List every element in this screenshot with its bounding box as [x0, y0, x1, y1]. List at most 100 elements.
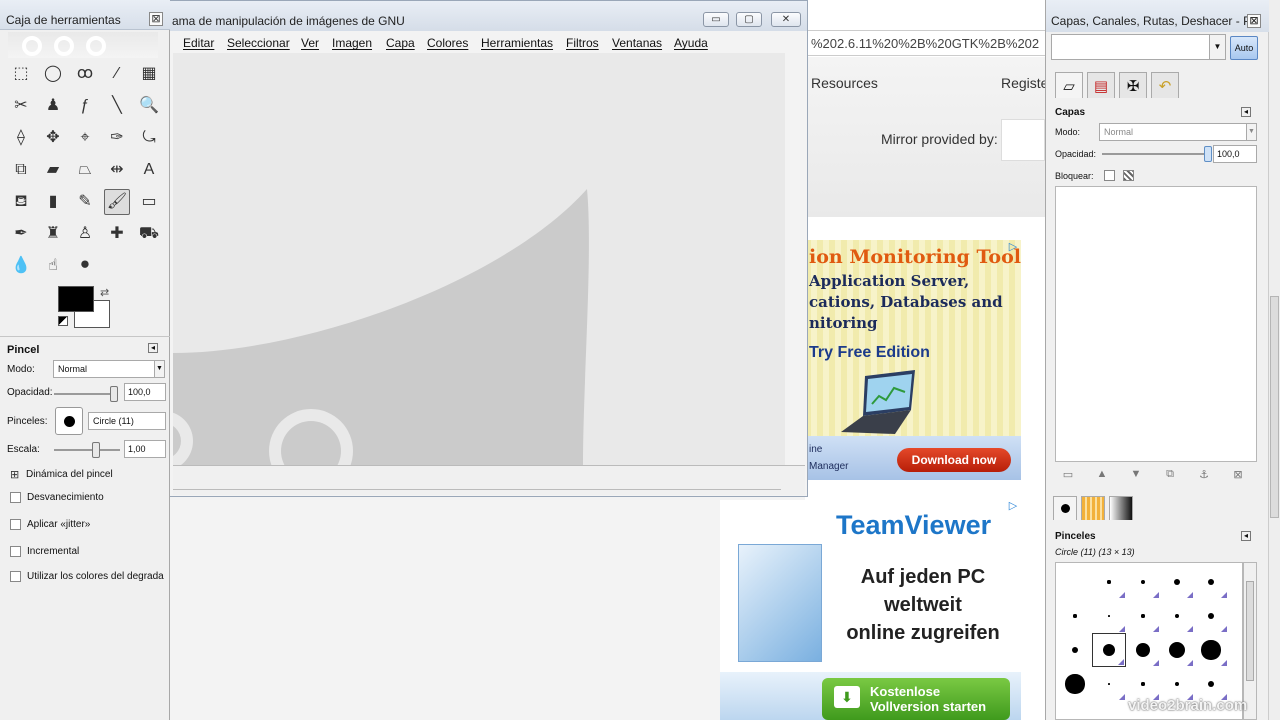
free-version-button[interactable]: ⬇ Kostenlose Vollversion starten: [822, 678, 1010, 720]
layer-list[interactable]: [1055, 186, 1257, 462]
smudge-icon[interactable]: ☝: [40, 253, 66, 279]
menu-imagen[interactable]: Imagen: [332, 36, 372, 50]
scale-slider[interactable]: [54, 442, 120, 458]
ink-icon[interactable]: ♜: [40, 221, 66, 247]
panel-menu-icon[interactable]: ◂: [1241, 107, 1251, 117]
color-swatches[interactable]: ⇄: [56, 286, 114, 330]
incremental-checkbox[interactable]: [10, 546, 21, 557]
download-now-button[interactable]: Download now: [897, 448, 1011, 472]
rect-select-icon[interactable]: ⬚: [8, 61, 34, 87]
foreground-select-icon[interactable]: ♟: [40, 93, 66, 119]
brush-preview[interactable]: [55, 407, 83, 435]
layer-opacity-spin[interactable]: 100,0: [1213, 145, 1257, 163]
scroll-thumb[interactable]: [1246, 581, 1254, 681]
rotate-icon[interactable]: ⤿: [136, 125, 162, 151]
fade-checkbox[interactable]: [10, 492, 21, 503]
maximize-icon[interactable]: ▢: [736, 12, 762, 27]
mirror-logo[interactable]: [1001, 119, 1045, 161]
scissors-select-icon[interactable]: ✂: [8, 93, 34, 119]
tab-paths[interactable]: ✠: [1119, 72, 1147, 98]
tab-gradients[interactable]: [1109, 496, 1133, 520]
brush-name-field[interactable]: Circle (11): [88, 412, 166, 430]
brush-thumbnail[interactable]: [1126, 599, 1160, 633]
adchoices-icon[interactable]: ▷: [1007, 500, 1019, 512]
opacity-spin[interactable]: 100,0: [124, 383, 166, 401]
brush-thumbnail[interactable]: [1058, 667, 1092, 701]
paths-icon[interactable]: ƒ: [72, 93, 98, 119]
canvas-drop-area[interactable]: [173, 53, 785, 465]
wilber-drop-area[interactable]: [8, 32, 158, 58]
close-icon[interactable]: ⊠: [1247, 14, 1261, 28]
slider-knob[interactable]: [92, 442, 100, 458]
slider-knob[interactable]: [1204, 146, 1212, 162]
anchor-layer-icon[interactable]: ⚓: [1197, 468, 1211, 482]
new-layer-icon[interactable]: ▭: [1061, 468, 1075, 482]
lock-pixels-checkbox[interactable]: [1104, 170, 1115, 181]
canvas-scrollbar[interactable]: [786, 53, 806, 465]
jitter-checkbox[interactable]: [10, 519, 21, 530]
free-select-icon[interactable]: ꝏ: [72, 61, 98, 87]
shear-icon[interactable]: ▰: [40, 157, 66, 183]
slider-knob[interactable]: [110, 386, 118, 402]
duplicate-layer-icon[interactable]: ⧉: [1163, 468, 1177, 482]
brush-thumbnail[interactable]: [1092, 599, 1126, 633]
scale-spin[interactable]: 1,00: [124, 440, 166, 458]
menu-ver[interactable]: Ver: [301, 36, 319, 50]
ellipse-select-icon[interactable]: ◯: [40, 61, 66, 87]
image-selector[interactable]: ▼: [1051, 34, 1226, 60]
opacity-slider[interactable]: [54, 386, 118, 402]
foreground-color[interactable]: [58, 286, 94, 312]
close-icon[interactable]: ✕: [771, 12, 801, 27]
dynamics-label[interactable]: Dinámica del pincel: [26, 469, 113, 480]
expand-icon[interactable]: ⊞: [10, 468, 19, 481]
adchoices-icon[interactable]: ▷: [1007, 241, 1019, 253]
measure-icon[interactable]: ⟠: [8, 125, 34, 151]
bucket-fill-icon[interactable]: ⛾: [8, 189, 34, 215]
brush-thumbnail[interactable]: [1092, 633, 1126, 667]
menu-seleccionar[interactable]: Seleccionar: [227, 36, 290, 50]
menu-herramientas[interactable]: Herramientas: [481, 36, 553, 50]
tab-channels[interactable]: ▤: [1087, 72, 1115, 98]
eraser-icon[interactable]: ▭: [136, 189, 162, 215]
paintbrush-icon[interactable]: 🖌: [104, 189, 130, 215]
tab-layers[interactable]: ▱: [1055, 72, 1083, 98]
teamviewer-ad[interactable]: TeamViewer Auf jeden PC weltweit online …: [720, 500, 1021, 720]
text-icon[interactable]: A: [136, 157, 162, 183]
close-icon[interactable]: ⊠: [149, 12, 163, 26]
perspective-clone-icon[interactable]: ⛟: [136, 221, 162, 247]
menu-ventanas[interactable]: Ventanas: [612, 36, 662, 50]
brush-thumbnail[interactable]: [1160, 633, 1194, 667]
brush-thumbnail[interactable]: [1058, 633, 1092, 667]
perspective-icon[interactable]: ⏢: [72, 157, 98, 183]
tab-patterns[interactable]: [1081, 496, 1105, 520]
menu-ayuda[interactable]: Ayuda: [674, 36, 708, 50]
dodge-burn-icon[interactable]: ⚫: [72, 253, 98, 279]
panel-menu-icon[interactable]: ◂: [148, 343, 158, 353]
heal-icon[interactable]: ✚: [104, 221, 130, 247]
brush-thumbnail[interactable]: [1194, 633, 1228, 667]
brush-thumbnail[interactable]: [1194, 565, 1228, 599]
monitoring-ad[interactable]: ion Monitoring Tool Application Server, …: [805, 240, 1021, 480]
select-by-color-icon[interactable]: ▦: [136, 61, 162, 87]
address-bar[interactable]: %202.6.11%20%2B%20GTK%2B%202: [805, 30, 1045, 56]
gradient-colors-checkbox[interactable]: [10, 571, 21, 582]
tab-brushes[interactable]: [1053, 496, 1077, 520]
brush-thumbnail[interactable]: [1126, 565, 1160, 599]
auto-button[interactable]: Auto: [1230, 36, 1258, 60]
nav-resources-link[interactable]: Resources: [811, 75, 878, 91]
brush-thumbnail[interactable]: [1058, 565, 1092, 599]
brush-thumbnail[interactable]: [1194, 667, 1228, 701]
brush-thumbnail[interactable]: [1126, 633, 1160, 667]
blur-icon[interactable]: 💧: [8, 253, 34, 279]
panel-menu-icon[interactable]: ◂: [1241, 531, 1251, 541]
delete-layer-icon[interactable]: ⊠: [1231, 468, 1245, 482]
color-picker-icon[interactable]: ╲: [104, 93, 130, 119]
crop-icon[interactable]: ✑: [104, 125, 130, 151]
lower-layer-icon[interactable]: ▼: [1129, 468, 1143, 482]
align-icon[interactable]: ⌖: [72, 125, 98, 151]
brush-thumbnail[interactable]: [1194, 599, 1228, 633]
raise-layer-icon[interactable]: ▲: [1095, 468, 1109, 482]
menu-editar[interactable]: Editar: [183, 36, 214, 50]
menu-capa[interactable]: Capa: [386, 36, 415, 50]
menu-filtros[interactable]: Filtros: [566, 36, 599, 50]
